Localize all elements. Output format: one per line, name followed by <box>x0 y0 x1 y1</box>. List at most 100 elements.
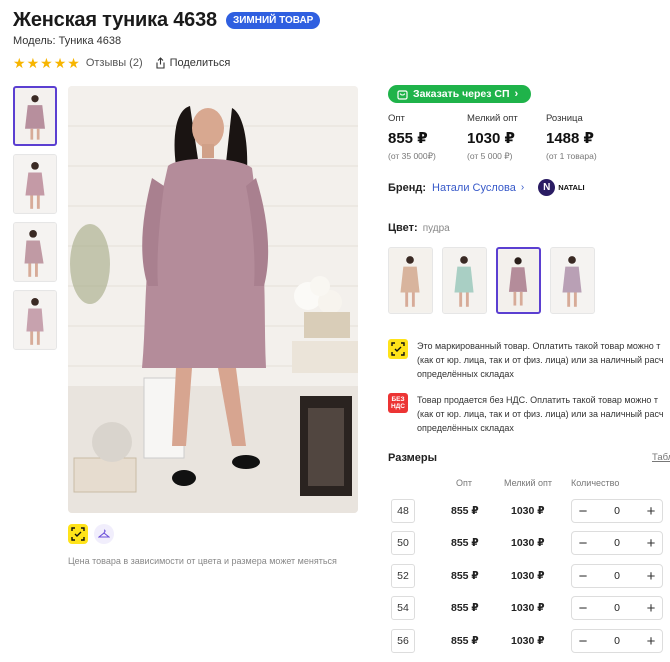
order-button-label: Заказать через СП <box>413 88 510 100</box>
color-label: Цвет: <box>388 222 418 234</box>
color-swatches <box>388 247 595 314</box>
quantity-stepper: − 0 + <box>571 499 663 523</box>
notice-line: (как от юр. лица, так и от физ. лица) ил… <box>417 355 664 365</box>
notice-line: Это маркированный товар. Оплатить такой … <box>417 341 661 351</box>
share-label: Поделиться <box>169 57 231 69</box>
order-sp-button[interactable]: Заказать через СП › <box>388 85 531 103</box>
quantity-value[interactable]: 0 <box>614 537 620 549</box>
swatch-image <box>551 248 594 313</box>
notice-line: определённых складах <box>417 369 514 379</box>
price-label: Розница <box>546 113 583 124</box>
nds-notice: БЕЗ НДС Товар продается без НДС. Оплатит… <box>388 393 664 435</box>
quantity-value[interactable]: 0 <box>614 602 620 614</box>
brand-label: Бренд: <box>388 181 427 194</box>
size-opt-price: 855 ₽ <box>451 505 479 517</box>
swatch-image <box>443 248 486 313</box>
price-label: Опт <box>388 113 405 124</box>
size-row: 52 855 ₽ 1030 ₽ − 0 + <box>391 564 670 588</box>
marking-icon <box>68 524 88 544</box>
plus-icon[interactable]: + <box>645 535 657 552</box>
share-button[interactable]: Поделиться <box>155 57 231 69</box>
plus-icon[interactable]: + <box>645 600 657 617</box>
size-table-link[interactable]: Табл <box>652 452 670 463</box>
quantity-value[interactable]: 0 <box>614 505 620 517</box>
col-header-opt: Опт <box>456 478 472 488</box>
thumbnail-1[interactable] <box>13 86 57 146</box>
minus-icon[interactable]: − <box>577 568 589 585</box>
notice-line: определённых складах <box>417 423 514 433</box>
swatch-beige[interactable] <box>388 247 433 314</box>
thumbnail-list <box>13 86 57 350</box>
star-icon: ★ <box>26 55 40 71</box>
quantity-value[interactable]: 0 <box>614 570 620 582</box>
minus-icon[interactable]: − <box>577 503 589 520</box>
swatch-pudra[interactable] <box>496 247 541 314</box>
price-label: Мелкий опт <box>467 113 518 124</box>
winter-badge: ЗИМНИЙ ТОВАР <box>225 12 321 29</box>
thumbnail-image <box>15 88 55 144</box>
size-row: 48 855 ₽ 1030 ₽ − 0 + <box>391 499 670 523</box>
photo-badges <box>68 524 114 544</box>
size-label: 50 <box>391 531 415 555</box>
col-header-qty: Количество <box>571 478 620 488</box>
product-title: Женская туника 4638 <box>13 9 217 31</box>
thumbnail-2[interactable] <box>13 154 57 214</box>
swatch-image <box>389 248 432 313</box>
quantity-value[interactable]: 0 <box>614 635 620 647</box>
plus-icon[interactable]: + <box>645 503 657 520</box>
minus-icon[interactable]: − <box>577 633 589 650</box>
col-header-small-opt: Мелкий опт <box>504 478 553 488</box>
main-product-photo[interactable] <box>68 86 358 513</box>
thumbnail-3[interactable] <box>13 222 57 282</box>
minus-icon[interactable]: − <box>577 600 589 617</box>
size-small-opt-price: 1030 ₽ <box>511 602 545 614</box>
notice-line: (как от юр. лица, так и от физ. лица) ил… <box>417 409 664 419</box>
product-photo-image <box>68 86 358 513</box>
size-label: 48 <box>391 499 415 523</box>
swatch-lilac[interactable] <box>550 247 595 314</box>
price-condition: (от 35 000₽) <box>388 151 436 161</box>
price-value: 1488 ₽ <box>546 130 594 147</box>
sizes-header: Размеры Табл <box>388 452 670 464</box>
reviews-link[interactable]: Отзывы (2) <box>86 57 143 69</box>
price-condition: (от 1 товара) <box>546 151 597 161</box>
color-row: Цвет: пудра <box>388 222 450 234</box>
marking-icon <box>388 339 408 359</box>
size-small-opt-price: 1030 ₽ <box>511 537 545 549</box>
share-icon <box>156 57 165 69</box>
color-value: пудра <box>422 223 450 234</box>
cart-icon <box>397 89 408 100</box>
size-label: 54 <box>391 596 415 620</box>
price-columns: Опт 855 ₽ (от 35 000₽) Мелкий опт 1030 ₽… <box>388 113 625 162</box>
size-label: 52 <box>391 564 415 588</box>
size-opt-price: 855 ₽ <box>451 537 479 549</box>
plus-icon[interactable]: + <box>645 568 657 585</box>
hanger-icon <box>94 524 114 544</box>
title-row: Женская туника 4638 ЗИМНИЙ ТОВАР <box>13 9 321 32</box>
brand-logo-icon: N <box>538 179 556 196</box>
brand-logo[interactable]: N NATALI <box>538 179 585 196</box>
thumbnail-image <box>14 223 56 281</box>
no-vat-icon: БЕЗ НДС <box>388 393 408 413</box>
plus-icon[interactable]: + <box>645 633 657 650</box>
price-value: 1030 ₽ <box>467 130 515 147</box>
nds-notice-text: Товар продается без НДС. Оплатить такой … <box>417 393 664 435</box>
product-model: Модель: Туника 4638 <box>13 35 122 47</box>
quantity-stepper: − 0 + <box>571 629 663 653</box>
swatch-mint[interactable] <box>442 247 487 314</box>
chevron-right-icon: › <box>520 182 525 193</box>
rating-row: ★ ★ ★ ★ ★ Отзывы (2) Поделиться <box>13 56 230 70</box>
brand-link[interactable]: Натали Суслова <box>432 182 516 194</box>
size-opt-price: 855 ₽ <box>451 602 479 614</box>
price-value: 855 ₽ <box>388 130 428 147</box>
star-icon: ★ <box>53 55 67 71</box>
price-opt: Опт 855 ₽ (от 35 000₽) <box>388 113 467 162</box>
thumbnail-4[interactable] <box>13 290 57 350</box>
size-opt-price: 855 ₽ <box>451 570 479 582</box>
price-condition: (от 5 000 ₽) <box>467 151 513 161</box>
minus-icon[interactable]: − <box>577 535 589 552</box>
chevron-right-icon: › <box>514 88 519 100</box>
marking-notice: Это маркированный товар. Оплатить такой … <box>388 339 664 381</box>
star-icon: ★ <box>67 55 80 71</box>
size-row: 54 855 ₽ 1030 ₽ − 0 + <box>391 596 670 620</box>
